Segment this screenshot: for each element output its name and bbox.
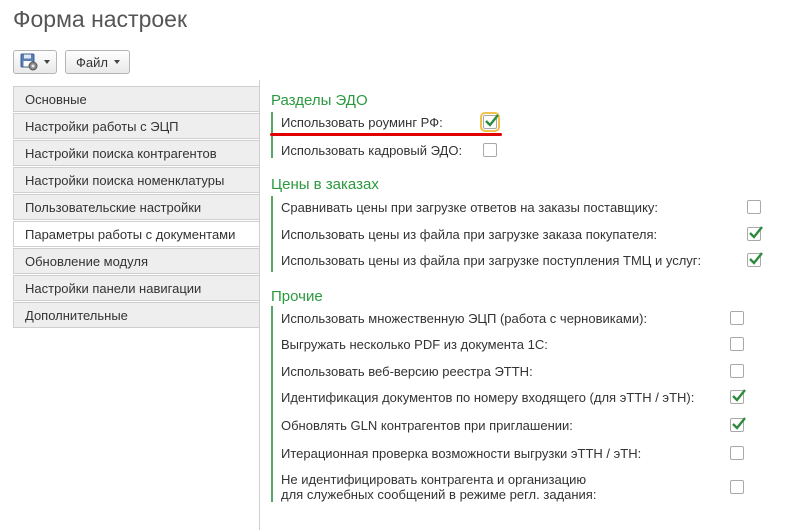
tab-label: Настройки работы с ЭЦП	[25, 118, 179, 134]
web-ettn-checkbox[interactable]	[730, 364, 744, 378]
checkmark-icon	[732, 389, 746, 402]
web-ettn-label: Использовать веб-версию реестра ЭТТН:	[281, 364, 533, 379]
file-menu-button[interactable]: Файл	[65, 50, 130, 74]
tab-label: Настройки поиска контрагентов	[25, 145, 217, 161]
section-title-other: Прочие	[271, 288, 323, 305]
tab-counterparty-search[interactable]: Настройки поиска контрагентов	[13, 140, 259, 166]
checkmark-icon	[749, 226, 763, 239]
tab-label: Параметры работы с документами	[25, 226, 236, 242]
tab-label: Пользовательские настройки	[25, 199, 202, 215]
multi-ecp-label: Использовать множественную ЭЦП (работа с…	[281, 311, 648, 326]
buyer-order-prices-checkbox[interactable]	[747, 226, 763, 241]
tab-nomenclature-search[interactable]: Настройки поиска номенклатуры	[13, 167, 259, 193]
save-settings-icon	[20, 53, 38, 71]
checkmark-icon	[485, 114, 499, 127]
tab-label: Обновление модуля	[25, 253, 148, 269]
identify-docs-label: Идентификация документов по номеру входя…	[281, 390, 695, 405]
multi-pdf-label: Выгружать несколько PDF из документа 1С:	[281, 337, 548, 352]
chevron-down-icon	[113, 60, 120, 64]
tab-document-params[interactable]: Параметры работы с документами	[13, 221, 259, 247]
tab-nav-panel-settings[interactable]: Настройки панели навигации	[13, 275, 259, 301]
update-gln-label: Обновлять GLN контрагентов при приглашен…	[281, 418, 573, 433]
multi-ecp-checkbox[interactable]	[730, 311, 744, 325]
iterative-check-label: Итерационная проверка возможности выгруз…	[281, 446, 642, 461]
no-identify-label-line2: для служебных сообщений в режиме регл. з…	[281, 487, 597, 502]
chevron-down-icon	[44, 60, 50, 64]
hr-edo-label: Использовать кадровый ЭДО:	[281, 143, 463, 158]
no-identify-label-line1: Не идентифицировать контрагента и органи…	[281, 472, 587, 487]
roaming-label: Использовать роуминг РФ:	[281, 115, 443, 130]
tab-module-update[interactable]: Обновление модуля	[13, 248, 259, 274]
compare-prices-checkbox[interactable]	[747, 200, 761, 214]
tab-main[interactable]: Основные	[13, 86, 259, 112]
annotation-underline	[270, 133, 502, 136]
page-title: Форма настроек	[13, 6, 188, 32]
hr-edo-checkbox[interactable]	[483, 143, 497, 157]
iterative-check-checkbox[interactable]	[730, 446, 744, 460]
multi-pdf-checkbox[interactable]	[730, 337, 744, 351]
receipt-prices-checkbox[interactable]	[747, 252, 763, 267]
group-bar	[271, 306, 273, 502]
identify-docs-checkbox[interactable]	[730, 389, 746, 404]
compare-prices-label: Сравнивать цены при загрузке ответов на …	[281, 200, 659, 215]
group-bar	[271, 196, 273, 272]
checkmark-icon	[749, 252, 763, 265]
buyer-order-prices-label: Использовать цены из файла при загрузке …	[281, 227, 658, 242]
tab-label: Основные	[25, 91, 87, 107]
no-identify-checkbox[interactable]	[730, 480, 744, 494]
file-menu-label: Файл	[76, 54, 108, 70]
tab-label: Дополнительные	[25, 307, 128, 323]
tab-additional[interactable]: Дополнительные	[13, 302, 259, 328]
checkmark-icon	[732, 417, 746, 430]
panel-divider	[259, 80, 260, 530]
section-title-edo: Разделы ЭДО	[271, 92, 368, 109]
receipt-prices-label: Использовать цены из файла при загрузке …	[281, 253, 702, 268]
tab-ecp-settings[interactable]: Настройки работы с ЭЦП	[13, 113, 259, 139]
section-title-prices: Цены в заказах	[271, 176, 379, 193]
tab-label: Настройки панели навигации	[25, 280, 202, 296]
save-settings-button[interactable]	[13, 50, 57, 74]
update-gln-checkbox[interactable]	[730, 417, 746, 432]
roaming-checkbox[interactable]	[480, 112, 500, 132]
tab-user-settings[interactable]: Пользовательские настройки	[13, 194, 259, 220]
tab-label: Настройки поиска номенклатуры	[25, 172, 225, 188]
tab-list: Основные Настройки работы с ЭЦП Настройк…	[13, 86, 259, 329]
